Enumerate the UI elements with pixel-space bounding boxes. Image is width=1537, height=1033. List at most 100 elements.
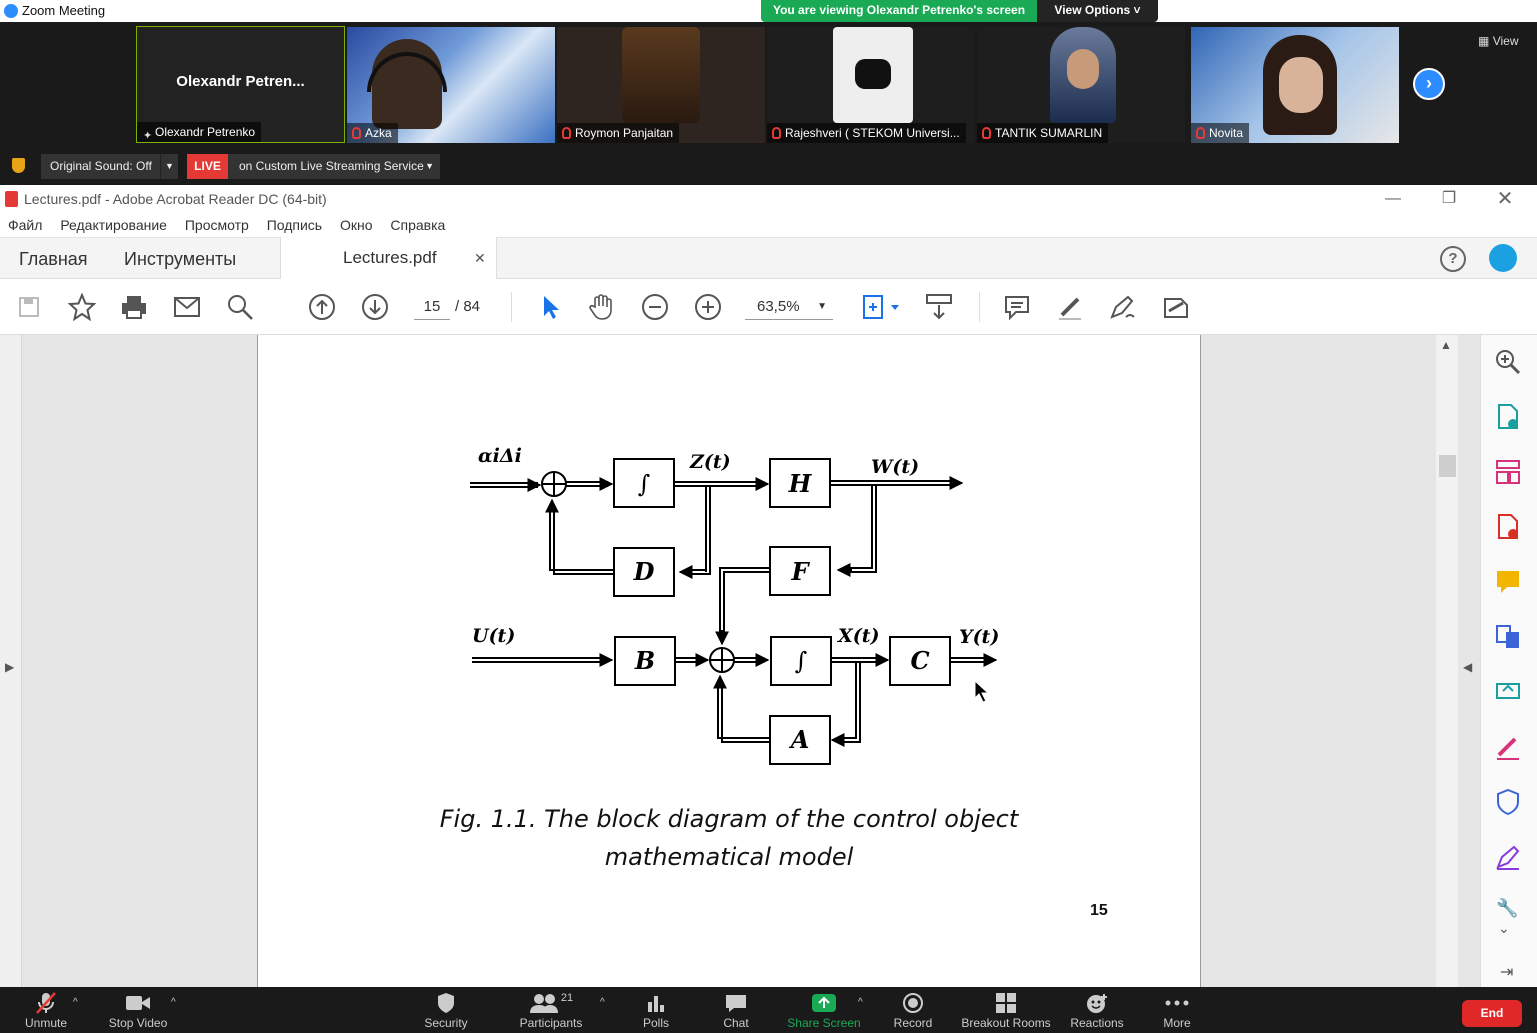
page-total: / 84 [455, 298, 481, 315]
polls-button[interactable]: Polls [634, 990, 678, 1030]
restore-button[interactable]: ❐ [1421, 185, 1477, 213]
sign-pen-icon[interactable] [1106, 290, 1140, 324]
chevron-down-icon[interactable]: ⌄ [1498, 920, 1510, 937]
share-options-caret-icon[interactable]: ^ [858, 997, 863, 1008]
unmute-button[interactable]: Unmute [20, 990, 72, 1030]
menu-window[interactable]: Окно [340, 213, 373, 237]
viewing-screen-banner: You are viewing Olexandr Petrenko's scre… [761, 0, 1037, 22]
participants-icon: 21 [516, 990, 586, 1016]
bookmark-star-icon[interactable] [65, 290, 99, 324]
audio-options-caret-icon[interactable]: ^ [73, 997, 78, 1008]
collapse-right-panel-icon[interactable]: ◀ [1463, 660, 1472, 674]
create-pdf-icon[interactable] [1494, 513, 1522, 546]
hand-tool-icon[interactable] [585, 290, 619, 324]
next-page-icon[interactable] [358, 290, 392, 324]
scroll-up-icon[interactable]: ▲ [1440, 338, 1452, 352]
view-layout-button[interactable]: ▦ View [1478, 34, 1518, 48]
menu-view[interactable]: Просмотр [185, 213, 249, 237]
participant-tile[interactable]: TANTIK SUMARLIN [977, 27, 1185, 143]
participant-tile[interactable]: Rajeshveri ( STEKOM Universi... [767, 27, 975, 143]
combine-files-icon[interactable] [1494, 623, 1522, 656]
zoom-level-dropdown[interactable]: 63,5% ▼ [745, 294, 833, 320]
search-icon[interactable] [223, 290, 257, 324]
input-line-alpha [470, 482, 538, 488]
view-options-button[interactable]: View Options ˅ [1037, 0, 1158, 22]
tab-tools[interactable]: Инструменты [124, 238, 236, 280]
caret-down-icon: ▼ [817, 301, 827, 312]
fit-page-icon[interactable] [858, 290, 902, 324]
highlight-pen-icon[interactable] [1053, 290, 1087, 324]
account-avatar[interactable] [1489, 244, 1517, 272]
expand-left-panel-icon[interactable]: ▶ [5, 660, 14, 674]
organize-pages-icon[interactable] [1494, 458, 1522, 491]
comment-icon[interactable] [1000, 290, 1034, 324]
end-meeting-button[interactable]: End [1462, 1000, 1522, 1027]
send-for-review-icon[interactable] [1494, 678, 1522, 711]
collapse-pane-icon[interactable]: ⇥ [1500, 962, 1513, 982]
participant-tile[interactable]: Roymon Panjaitan [557, 27, 765, 143]
email-icon[interactable] [170, 290, 204, 324]
close-tab-icon[interactable]: ✕ [474, 237, 486, 279]
tab-document[interactable]: Lectures.pdf ✕ [280, 237, 497, 279]
muted-mic-icon [1196, 127, 1205, 139]
security-label: Security [424, 1016, 468, 1030]
zoom-in-icon[interactable] [691, 290, 725, 324]
tab-home[interactable]: Главная [19, 238, 88, 280]
previous-page-icon[interactable] [305, 290, 339, 324]
request-signature-icon[interactable] [1494, 843, 1522, 876]
participant-tile[interactable]: Novita [1191, 27, 1399, 143]
minimize-button[interactable]: — [1365, 185, 1421, 213]
more-label: More [1163, 1016, 1191, 1030]
menu-edit[interactable]: Редактирование [60, 213, 167, 237]
export-pdf-icon[interactable] [1494, 403, 1522, 436]
figure-caption: Fig. 1.1. The block diagram of the contr… [257, 800, 1201, 876]
zoom-find-icon[interactable] [1494, 348, 1522, 381]
page-number-input[interactable]: 15 [414, 294, 450, 320]
stop-video-button[interactable]: Stop Video [104, 990, 172, 1030]
block-c-label: C [910, 646, 929, 675]
reactions-button[interactable]: Reactions [1068, 990, 1126, 1030]
signal-alpha-delta-label: αiΔi [478, 445, 522, 467]
more-tools-wrench-icon[interactable]: 🔧 [1496, 898, 1518, 919]
participants-caret-icon[interactable]: ^ [600, 997, 605, 1008]
live-service-label: on Custom Live Streaming Service [239, 159, 424, 173]
zoom-out-icon[interactable] [638, 290, 672, 324]
scroll-mode-icon[interactable] [922, 290, 956, 324]
encryption-shield-icon[interactable] [12, 158, 25, 173]
breakout-rooms-button[interactable]: Breakout Rooms [960, 990, 1052, 1030]
select-cursor-icon[interactable] [533, 290, 567, 324]
record-button[interactable]: Record [890, 990, 936, 1030]
caret-down-icon: ▼ [425, 161, 434, 171]
close-window-button[interactable]: ✕ [1477, 185, 1533, 213]
chat-button[interactable]: Chat [714, 990, 758, 1030]
scrollbar-thumb[interactable] [1439, 455, 1456, 477]
live-streaming-menu[interactable]: on Custom Live Streaming Service ▼ [228, 154, 440, 179]
participant-tile[interactable]: Azka [347, 27, 555, 143]
participants-button[interactable]: 21 Participants [516, 990, 586, 1030]
live-badge: LIVE [187, 154, 228, 179]
menu-file[interactable]: Файл [8, 213, 42, 237]
participant-tile-active[interactable]: Olexandr Petren... ✦ Olexandr Petrenko [136, 26, 345, 143]
caption-line-1: Fig. 1.1. The block diagram of the contr… [439, 805, 1019, 833]
original-sound-toggle[interactable]: Original Sound: Off ▼ [41, 154, 178, 179]
security-button[interactable]: Security [418, 990, 474, 1030]
vertical-scrollbar[interactable] [1436, 335, 1458, 987]
protect-shield-icon[interactable] [1494, 788, 1522, 821]
fill-and-sign-icon[interactable] [1494, 733, 1522, 766]
help-icon[interactable]: ? [1440, 246, 1466, 272]
share-screen-button[interactable]: Share Screen [787, 990, 861, 1030]
print-icon[interactable] [117, 290, 151, 324]
menu-sign[interactable]: Подпись [267, 213, 322, 237]
next-participants-button[interactable]: › [1413, 68, 1445, 100]
fill-sign-icon[interactable] [1159, 290, 1193, 324]
caption-line-2: mathematical model [604, 843, 854, 871]
save-icon[interactable] [12, 290, 46, 324]
comment-tool-icon[interactable] [1494, 568, 1522, 601]
caret-down-icon[interactable]: ▼ [160, 154, 178, 179]
more-button[interactable]: More [1154, 990, 1200, 1030]
participant-name: Azka [365, 126, 392, 140]
video-options-caret-icon[interactable]: ^ [171, 997, 176, 1008]
signal-x-label: X(t) [837, 625, 880, 647]
muted-mic-icon [772, 127, 781, 139]
menu-help[interactable]: Справка [390, 213, 445, 237]
